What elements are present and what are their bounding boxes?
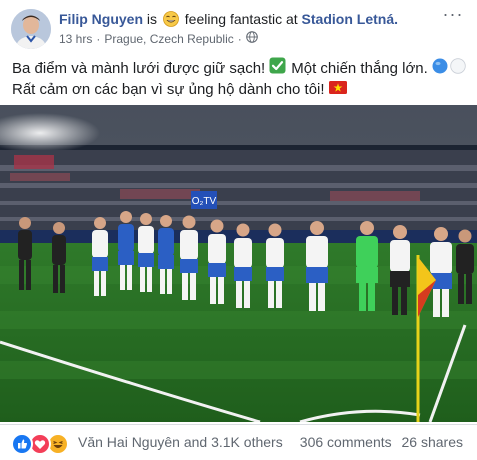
post-time[interactable]: 13 hrs <box>59 32 92 46</box>
is-text: is <box>146 11 158 27</box>
reaction-summary[interactable]: Văn Hai Nguyên and 3.1K others <box>78 434 283 450</box>
post-footer: Văn Hai Nguyên and 3.1K others 306 comme… <box>0 424 477 459</box>
post-meta: 13 hrs · Prague, Czech Republic · <box>59 31 258 46</box>
feeling-text: feeling fantastic at <box>184 11 298 27</box>
reaction-icons[interactable] <box>11 433 69 455</box>
globe-icon <box>245 31 258 46</box>
ad-board-text: O₂TV <box>192 196 217 207</box>
like-icon <box>11 433 33 455</box>
shares-count[interactable]: 26 shares <box>402 434 463 450</box>
white-circle-icon <box>450 57 466 80</box>
post-location[interactable]: Prague, Czech Republic <box>104 32 233 46</box>
post-photo[interactable]: O₂TV <box>0 105 477 422</box>
author-name[interactable]: Filip Nguyen <box>59 11 143 27</box>
text-line-2: Rất cảm ơn các bạn vì sự ủng hộ dành cho… <box>12 81 325 98</box>
feeling-emoji-icon <box>163 11 179 27</box>
check-icon <box>269 57 286 80</box>
meta-separator-2: · <box>237 31 242 46</box>
facebook-post: Filip Nguyen is feeling fantastic at Sta… <box>0 0 477 460</box>
blue-circle-icon <box>432 58 448 80</box>
more-options-button[interactable]: ··· <box>441 5 465 24</box>
engagement-counts: 306 comments 26 shares <box>300 434 463 450</box>
vietnam-flag-icon <box>328 80 347 100</box>
text-line-1a: Ba điểm và mành lưới được giữ sạch! <box>12 59 266 77</box>
post-text-line-2: Rất cảm ơn các bạn vì sự ủng hộ dành cho… <box>12 80 467 100</box>
post-text: Ba điểm và mành lưới được giữ sạch! Một … <box>12 57 467 100</box>
meta-separator: · <box>96 31 101 46</box>
text-line-1b: Một chiến thắng lớn. <box>291 59 428 77</box>
comments-count[interactable]: 306 comments <box>300 434 392 450</box>
avatar[interactable] <box>11 9 51 49</box>
post-header: Filip Nguyen is feeling fantastic at Sta… <box>59 11 398 28</box>
place-link[interactable]: Stadion Letná. <box>302 11 398 27</box>
post-text-line-1: Ba điểm và mành lưới được giữ sạch! Một … <box>12 57 467 80</box>
